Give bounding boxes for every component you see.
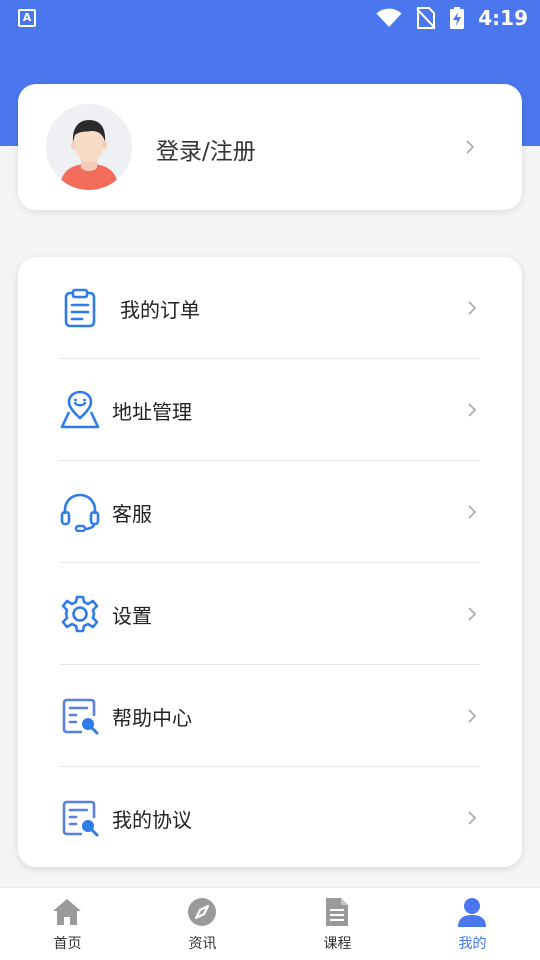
chevron-right-icon	[468, 301, 477, 315]
menu-card: 我的订单 地址管理 客服 设置 帮助中心 我的协议	[18, 257, 522, 867]
tab-news[interactable]: 资讯	[135, 888, 270, 960]
menu-item-label: 我的订单	[120, 298, 200, 322]
menu-item-customer-service[interactable]: 客服	[18, 461, 522, 563]
status-icons	[376, 7, 464, 29]
menu-item-label: 客服	[112, 502, 152, 526]
tab-courses[interactable]: 课程	[270, 888, 405, 960]
headset-icon	[60, 493, 100, 532]
menu-item-label: 设置	[112, 604, 152, 628]
no-sim-icon	[416, 7, 436, 29]
chevron-right-icon	[468, 811, 477, 825]
menu-item-my-agreement[interactable]: 我的协议	[18, 767, 522, 869]
compass-icon	[188, 898, 216, 926]
chevron-right-icon	[468, 505, 477, 519]
battery-charging-icon	[450, 7, 464, 29]
chevron-right-icon	[466, 140, 475, 154]
chevron-right-icon	[468, 607, 477, 621]
wifi-icon	[376, 8, 402, 27]
home-icon	[53, 899, 81, 925]
chevron-right-icon	[468, 403, 477, 417]
menu-item-label: 帮助中心	[112, 706, 192, 730]
person-icon	[458, 898, 486, 927]
chevron-right-icon	[468, 709, 477, 723]
app-notification-icon: A	[18, 9, 36, 27]
menu-item-address[interactable]: 地址管理	[18, 359, 522, 461]
tab-mine[interactable]: 我的	[405, 888, 540, 960]
tab-label: 我的	[458, 936, 487, 952]
address-pin-icon	[60, 390, 100, 429]
tab-label: 首页	[53, 936, 82, 952]
avatar[interactable]	[46, 104, 132, 190]
agreement-doc-search-icon	[62, 800, 99, 837]
help-doc-search-icon	[62, 698, 99, 735]
tab-label: 课程	[323, 936, 352, 952]
login-register-label[interactable]: 登录/注册	[156, 132, 256, 166]
menu-item-help-center[interactable]: 帮助中心	[18, 665, 522, 767]
gear-icon	[61, 595, 99, 633]
bottom-tab-bar: 首页 资讯 课程 我的	[0, 887, 540, 960]
tab-label: 资讯	[188, 936, 217, 952]
clipboard-icon	[64, 288, 96, 328]
document-icon	[326, 898, 348, 926]
profile-card[interactable]: 登录/注册	[18, 84, 522, 210]
default-avatar-icon	[46, 104, 132, 190]
status-time: 4:19	[478, 6, 528, 30]
menu-item-label: 地址管理	[112, 400, 192, 424]
status-bar: A 4:19	[0, 0, 540, 36]
menu-item-label: 我的协议	[112, 808, 192, 832]
menu-item-my-orders[interactable]: 我的订单	[18, 257, 522, 359]
menu-item-settings[interactable]: 设置	[18, 563, 522, 665]
tab-home[interactable]: 首页	[0, 888, 135, 960]
